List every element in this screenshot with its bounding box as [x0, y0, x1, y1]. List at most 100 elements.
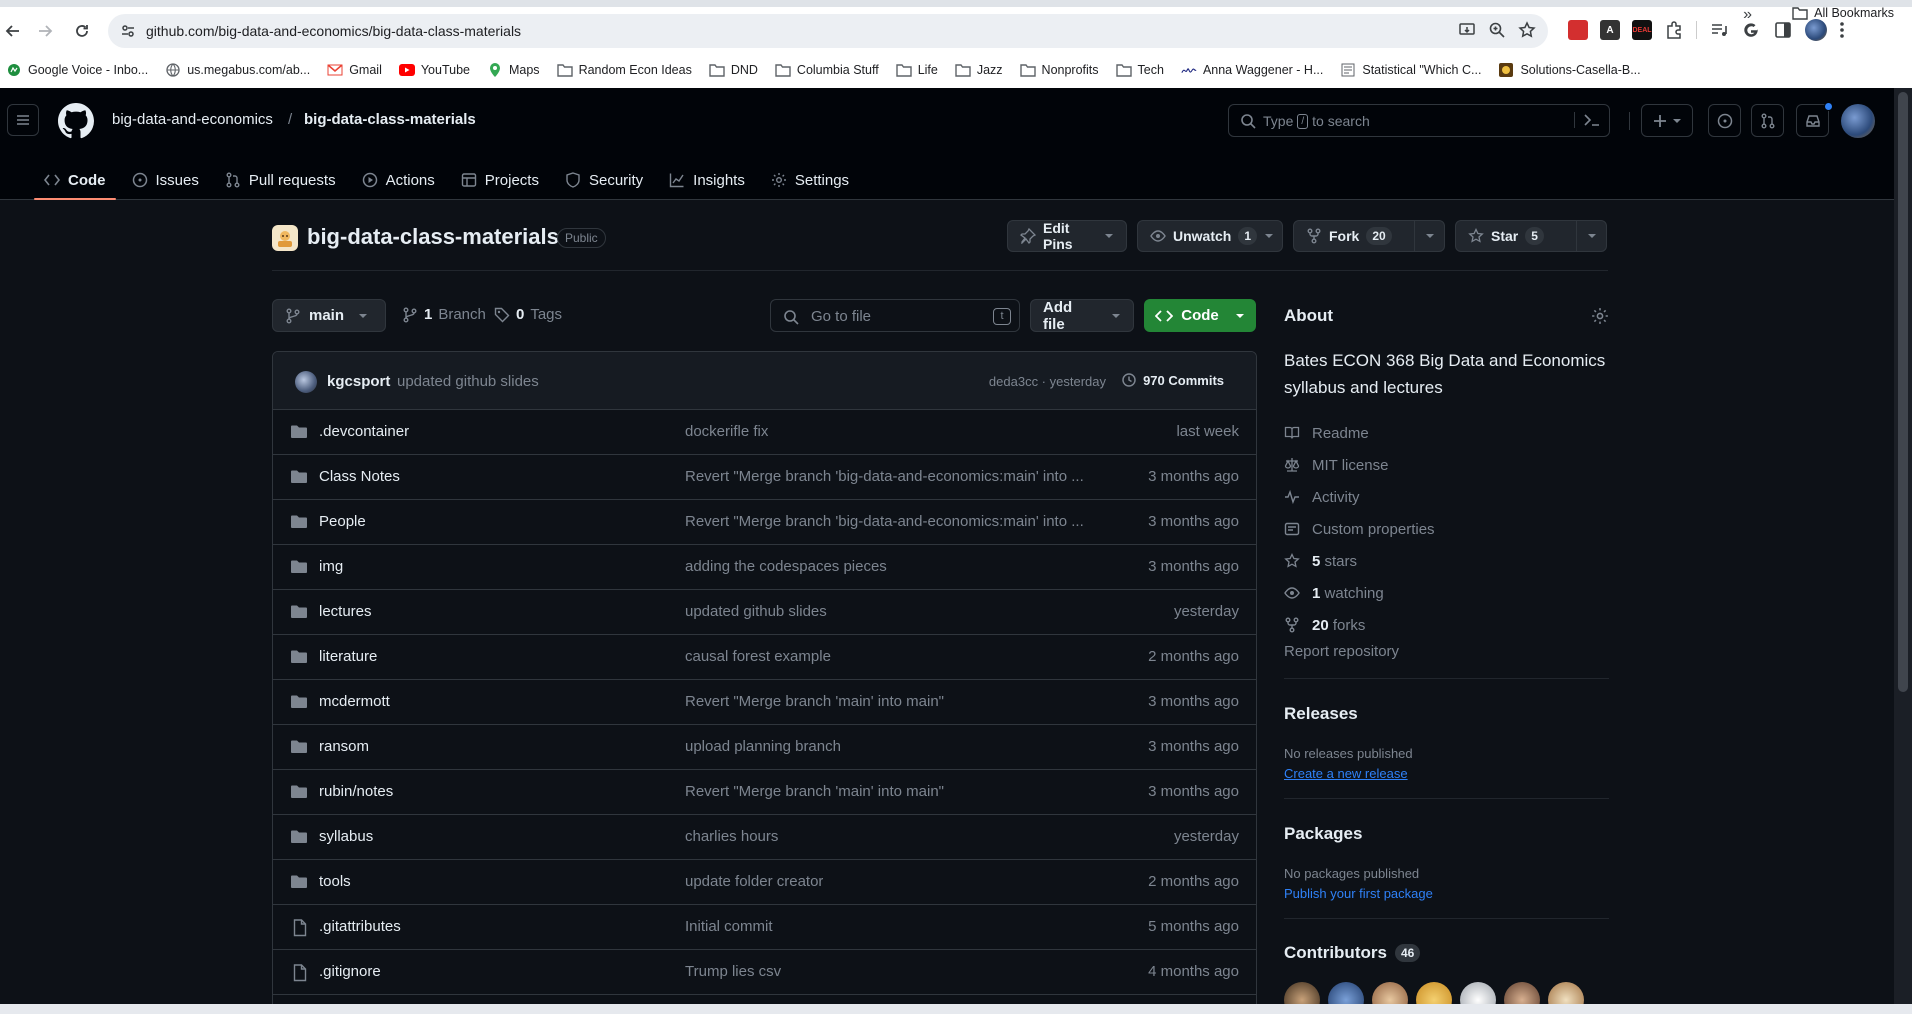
bookmark-item[interactable]: Gmail: [327, 63, 382, 77]
releases-heading[interactable]: Releases: [1284, 704, 1358, 724]
commit-message-link[interactable]: Revert "Merge branch 'main' into main": [685, 783, 944, 800]
deal-extension-icon[interactable]: DEAL: [1632, 20, 1652, 40]
bookmark-item[interactable]: Jazz: [955, 63, 1003, 77]
tab-insights[interactable]: Insights: [659, 160, 755, 200]
table-row[interactable]: .gitattributes Initial commit 5 months ago: [273, 905, 1256, 950]
star-button[interactable]: Star 5: [1455, 220, 1607, 252]
branches-link[interactable]: 1 Branch: [402, 306, 486, 323]
tab-settings[interactable]: Settings: [761, 160, 859, 200]
url-text[interactable]: github.com/big-data-and-economics/big-da…: [146, 23, 521, 39]
tab-projects[interactable]: Projects: [451, 160, 549, 200]
gear-icon[interactable]: [1591, 307, 1609, 325]
side-panel-icon[interactable]: [1773, 20, 1793, 40]
about-item-eye[interactable]: 1 watching: [1284, 577, 1435, 609]
branch-selector[interactable]: main: [272, 299, 386, 332]
page-scrollbar[interactable]: [1894, 88, 1912, 1004]
unwatch-button[interactable]: Unwatch 1: [1137, 220, 1283, 252]
reload-icon[interactable]: [71, 20, 93, 42]
about-item-note[interactable]: Custom properties: [1284, 513, 1435, 545]
table-row[interactable]: syllabus charlies hours yesterday: [273, 815, 1256, 860]
commit-message-link[interactable]: Revert "Merge branch 'big-data-and-econo…: [685, 513, 1084, 530]
commit-message-link[interactable]: Initial commit: [685, 918, 773, 935]
commit-message-link[interactable]: adding the codespaces pieces: [685, 558, 887, 575]
megabus-extension-icon[interactable]: [1568, 20, 1588, 40]
file-name-link[interactable]: lectures: [319, 603, 372, 620]
about-item-star[interactable]: 5 stars: [1284, 545, 1435, 577]
bookmark-item[interactable]: Statistical "Which C...: [1340, 63, 1481, 77]
table-row[interactable]: .gitignore Trump lies csv 4 months ago: [273, 950, 1256, 995]
back-arrow-icon[interactable]: [2, 20, 24, 42]
forward-arrow-icon[interactable]: [34, 20, 56, 42]
bookmark-item[interactable]: Google Voice - Inbo...: [6, 63, 148, 77]
tab-actions[interactable]: Actions: [352, 160, 445, 200]
tab-issues[interactable]: Issues: [122, 160, 209, 200]
about-item-pulse[interactable]: Activity: [1284, 481, 1435, 513]
install-app-icon[interactable]: [1458, 21, 1476, 39]
tab-pull-requests[interactable]: Pull requests: [215, 160, 346, 200]
breadcrumb-owner[interactable]: big-data-and-economics: [112, 111, 273, 128]
table-row[interactable]: img adding the codespaces pieces 3 months …: [273, 545, 1256, 590]
bookmark-star-icon[interactable]: [1518, 21, 1536, 39]
go-to-file-input[interactable]: Go to file t: [770, 299, 1020, 332]
bookmark-item[interactable]: Life: [895, 63, 938, 77]
commits-link[interactable]: 970 Commits: [1121, 372, 1224, 388]
global-search-input[interactable]: Type / to search: [1228, 104, 1610, 137]
commit-message[interactable]: updated github slides: [397, 373, 539, 390]
tags-link[interactable]: 0 Tags: [494, 306, 562, 323]
file-name-link[interactable]: People: [319, 513, 366, 530]
media-controls-icon[interactable]: [1709, 20, 1729, 40]
about-item-law[interactable]: MIT license: [1284, 449, 1435, 481]
all-bookmarks-button[interactable]: All Bookmarks: [1792, 6, 1894, 20]
commit-message-link[interactable]: charlies hours: [685, 828, 778, 845]
file-name-link[interactable]: Class Notes: [319, 468, 400, 485]
issues-shortcut-button[interactable]: [1708, 104, 1741, 137]
file-name-link[interactable]: tools: [319, 873, 351, 890]
file-name-link[interactable]: literature: [319, 648, 377, 665]
file-name-link[interactable]: syllabus: [319, 828, 373, 845]
table-row[interactable]: lectures updated github slides yesterday: [273, 590, 1256, 635]
more-bookmarks-button[interactable]: »: [1743, 6, 1752, 24]
table-row[interactable]: .devcontainer dockerifle fix last week: [273, 410, 1256, 455]
file-name-link[interactable]: ransom: [319, 738, 369, 755]
contributors-heading[interactable]: Contributors 46: [1284, 943, 1421, 963]
commit-message-link[interactable]: dockerifle fix: [685, 423, 768, 440]
bookmark-item[interactable]: YouTube: [398, 63, 470, 77]
edit-pins-button[interactable]: Edit Pins: [1007, 220, 1127, 252]
bookmark-item[interactable]: Columbia Stuff: [775, 63, 879, 77]
about-item-book[interactable]: Readme: [1284, 417, 1435, 449]
commit-message-link[interactable]: Revert "Merge branch 'big-data-and-econo…: [685, 468, 1084, 485]
bookmark-item[interactable]: Maps: [487, 63, 540, 77]
github-logo-icon[interactable]: [58, 103, 94, 139]
table-row[interactable]: People Revert "Merge branch 'big-data-and…: [273, 500, 1256, 545]
bookmark-item[interactable]: Anna Waggener - H...: [1181, 63, 1323, 77]
bookmark-item[interactable]: DND: [709, 63, 758, 77]
hamburger-menu-icon[interactable]: [7, 104, 39, 136]
tab-security[interactable]: Security: [555, 160, 653, 200]
commit-author-avatar[interactable]: [295, 371, 317, 393]
add-file-button[interactable]: Add file: [1030, 299, 1134, 333]
code-button[interactable]: Code: [1144, 299, 1256, 332]
star-lists-dropdown[interactable]: [1576, 221, 1606, 251]
tab-code[interactable]: Code: [34, 160, 116, 200]
commit-message-link[interactable]: update folder creator: [685, 873, 823, 890]
browser-menu-icon[interactable]: [1839, 20, 1845, 40]
a-extension-icon[interactable]: A: [1600, 20, 1620, 40]
create-new-button[interactable]: [1641, 104, 1693, 137]
file-name-link[interactable]: .gitattributes: [319, 918, 401, 935]
table-row[interactable]: literature causal forest example 2 months …: [273, 635, 1256, 680]
user-avatar[interactable]: [1841, 104, 1875, 138]
report-repository-link[interactable]: Report repository: [1284, 643, 1399, 660]
commit-sha-time[interactable]: deda3cc · yesterday: [989, 374, 1106, 389]
scrollbar-thumb[interactable]: [1898, 92, 1908, 692]
file-name-link[interactable]: .gitignore: [319, 963, 381, 980]
table-row[interactable]: tools update folder creator 2 months ago: [273, 860, 1256, 905]
table-row[interactable]: Class Notes Revert "Merge branch 'big-dat…: [273, 455, 1256, 500]
file-name-link[interactable]: mcdermott: [319, 693, 390, 710]
browser-profile-avatar[interactable]: [1805, 19, 1827, 41]
site-settings-icon[interactable]: [120, 23, 136, 39]
commit-message-link[interactable]: causal forest example: [685, 648, 831, 665]
bookmark-item[interactable]: us.megabus.com/ab...: [165, 63, 310, 77]
bookmark-item[interactable]: Tech: [1115, 63, 1164, 77]
pull-requests-shortcut-button[interactable]: [1751, 104, 1784, 137]
file-name-link[interactable]: rubin/notes: [319, 783, 393, 800]
